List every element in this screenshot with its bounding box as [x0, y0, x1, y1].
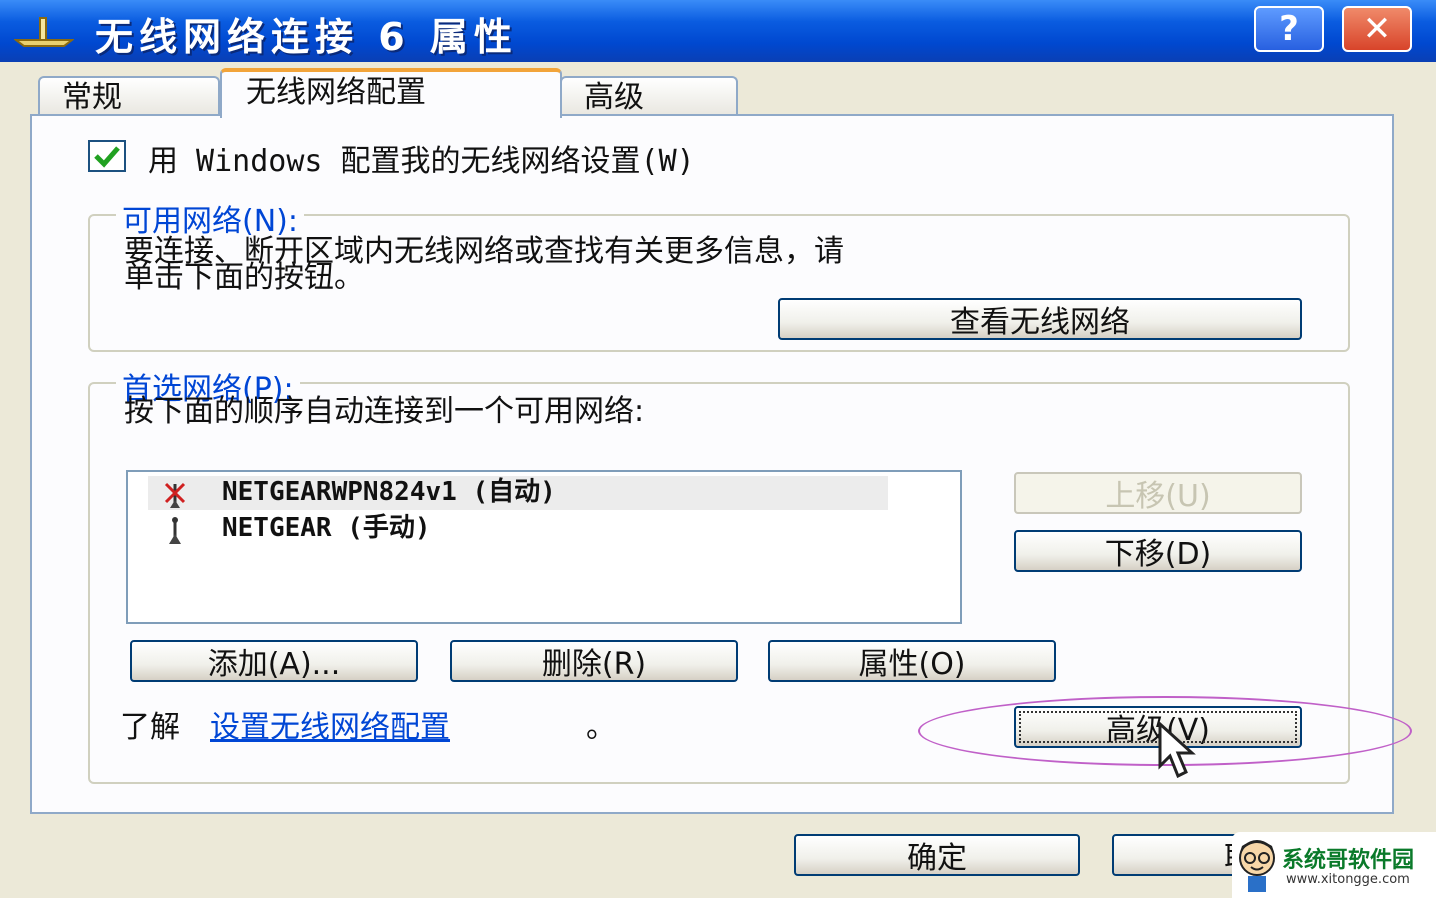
mascot-face-icon: [1239, 840, 1275, 892]
wireless-antenna-disconnected-icon: [164, 482, 186, 508]
ok-label: 确定: [907, 841, 967, 876]
move-up-button[interactable]: 上移(U): [1014, 472, 1302, 514]
window-title: 无线网络连接 6 属性: [95, 15, 518, 59]
view-wireless-networks-label: 查看无线网络: [950, 305, 1130, 340]
tab-wireless-networks[interactable]: 无线网络配置: [220, 68, 562, 118]
move-down-label: 下移(D): [1104, 537, 1212, 572]
watermark-url: www.xitongge.com: [1286, 872, 1410, 887]
checkmark-icon: [94, 146, 120, 168]
close-button[interactable]: ✕: [1342, 6, 1412, 52]
watermark-title: 系统哥软件园: [1282, 848, 1415, 873]
network-connection-icon: [14, 17, 74, 47]
view-wireless-networks-button[interactable]: 查看无线网络: [778, 298, 1302, 340]
wireless-antenna-icon: [169, 517, 181, 544]
learn-prefix: 了解: [120, 710, 180, 745]
watermark: 系统哥软件园 www.xitongge.com: [1232, 832, 1436, 898]
ok-button[interactable]: 确定: [794, 834, 1080, 876]
help-button[interactable]: ?: [1254, 6, 1324, 52]
use-windows-config-checkbox[interactable]: [88, 140, 126, 172]
title-bar[interactable]: 无线网络连接 6 属性 ? ✕: [0, 0, 1436, 62]
properties-label: 属性(O): [858, 647, 966, 682]
list-item[interactable]: NETGEAR (手动): [148, 512, 888, 546]
add-button[interactable]: 添加(A)...: [130, 640, 418, 682]
network-name: NETGEAR (手动): [222, 513, 431, 543]
remove-button[interactable]: 删除(R): [450, 640, 738, 682]
properties-button[interactable]: 属性(O): [768, 640, 1056, 682]
learn-wireless-config-link[interactable]: 设置无线网络配置: [210, 702, 450, 746]
add-label: 添加(A)...: [207, 647, 341, 682]
network-name: NETGEARWPN824v1 (自动): [222, 477, 556, 507]
close-icon: ✕: [1362, 9, 1392, 49]
move-down-button[interactable]: 下移(D): [1014, 530, 1302, 572]
list-item[interactable]: NETGEARWPN824v1 (自动): [148, 476, 888, 510]
help-icon: ?: [1279, 9, 1299, 49]
available-desc-line2: 单击下面的按钮。: [124, 260, 364, 295]
move-up-label: 上移(U): [1105, 479, 1211, 514]
preferred-desc: 按下面的顺序自动连接到一个可用网络:: [124, 394, 645, 429]
preferred-networks-list[interactable]: NETGEARWPN824v1 (自动) NETGEAR (手动): [126, 470, 962, 624]
learn-suffix: 。: [586, 710, 616, 745]
use-windows-config-label[interactable]: 用 Windows 配置我的无线网络设置(W): [148, 136, 695, 180]
remove-label: 删除(R): [541, 647, 647, 682]
mouse-pointer-icon: [1158, 722, 1196, 778]
